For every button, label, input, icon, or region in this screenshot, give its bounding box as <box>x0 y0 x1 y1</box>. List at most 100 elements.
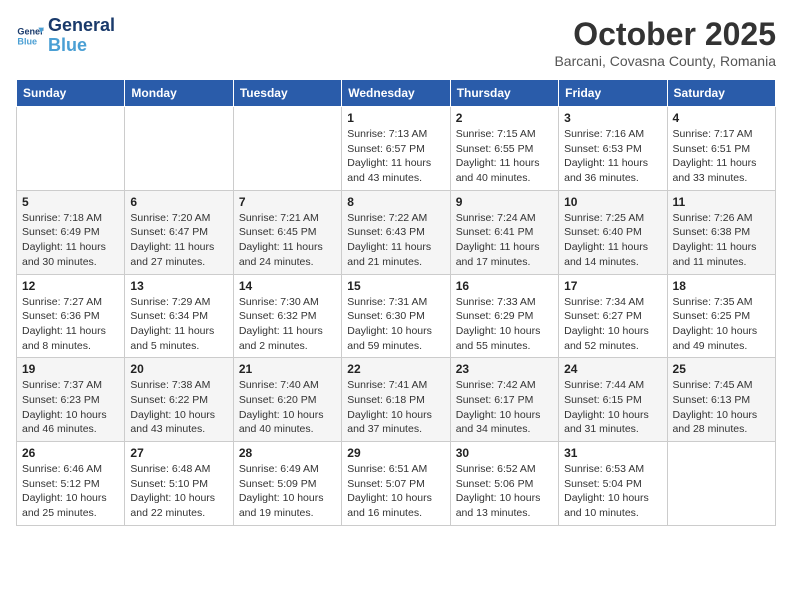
calendar-cell: 19 Sunrise: 7:37 AM Sunset: 6:23 PM Dayli… <box>17 358 125 442</box>
day-number: 8 <box>347 195 444 209</box>
calendar-cell: 28 Sunrise: 6:49 AM Sunset: 5:09 PM Dayli… <box>233 442 341 526</box>
day-info: Sunrise: 7:37 AM Sunset: 6:23 PM Dayligh… <box>22 378 119 437</box>
calendar-cell: 7 Sunrise: 7:21 AM Sunset: 6:45 PM Daylig… <box>233 190 341 274</box>
calendar-cell: 21 Sunrise: 7:40 AM Sunset: 6:20 PM Dayli… <box>233 358 341 442</box>
week-row-4: 19 Sunrise: 7:37 AM Sunset: 6:23 PM Dayli… <box>17 358 776 442</box>
calendar-cell: 4Sunrise: 7:17 AM Sunset: 6:51 PM Daylig… <box>667 107 775 191</box>
calendar-cell: 15 Sunrise: 7:31 AM Sunset: 6:30 PM Dayli… <box>342 274 450 358</box>
day-info: Sunrise: 6:51 AM Sunset: 5:07 PM Dayligh… <box>347 462 444 521</box>
weekday-header-sunday: Sunday <box>17 80 125 107</box>
page-header: General Blue General Blue October 2025 B… <box>16 16 776 69</box>
calendar-cell: 14 Sunrise: 7:30 AM Sunset: 6:32 PM Dayli… <box>233 274 341 358</box>
day-info: Sunrise: 7:41 AM Sunset: 6:18 PM Dayligh… <box>347 378 444 437</box>
calendar-cell: 29Sunrise: 6:51 AM Sunset: 5:07 PM Dayli… <box>342 442 450 526</box>
day-info: Sunrise: 6:49 AM Sunset: 5:09 PM Dayligh… <box>239 462 336 521</box>
day-number: 7 <box>239 195 336 209</box>
calendar-cell: 31 Sunrise: 6:53 AM Sunset: 5:04 PM Dayli… <box>559 442 667 526</box>
weekday-header-monday: Monday <box>125 80 233 107</box>
day-info: Sunrise: 7:45 AM Sunset: 6:13 PM Dayligh… <box>673 378 770 437</box>
day-info: Sunrise: 7:31 AM Sunset: 6:30 PM Dayligh… <box>347 295 444 354</box>
day-number: 9 <box>456 195 553 209</box>
day-info: Sunrise: 7:27 AM Sunset: 6:36 PM Dayligh… <box>22 295 119 354</box>
weekday-header-saturday: Saturday <box>667 80 775 107</box>
day-number: 12 <box>22 279 119 293</box>
day-number: 19 <box>22 362 119 376</box>
day-info: Sunrise: 7:16 AM Sunset: 6:53 PM Dayligh… <box>564 127 661 186</box>
day-number: 15 <box>347 279 444 293</box>
day-info: Sunrise: 7:18 AM Sunset: 6:49 PM Dayligh… <box>22 211 119 270</box>
day-info: Sunrise: 7:35 AM Sunset: 6:25 PM Dayligh… <box>673 295 770 354</box>
day-info: Sunrise: 7:20 AM Sunset: 6:47 PM Dayligh… <box>130 211 227 270</box>
calendar-cell <box>17 107 125 191</box>
calendar-cell: 12 Sunrise: 7:27 AM Sunset: 6:36 PM Dayli… <box>17 274 125 358</box>
month-title: October 2025 <box>554 16 776 53</box>
calendar-cell: 24 Sunrise: 7:44 AM Sunset: 6:15 PM Dayli… <box>559 358 667 442</box>
calendar-cell: 3 Sunrise: 7:16 AM Sunset: 6:53 PM Daylig… <box>559 107 667 191</box>
calendar-cell: 1Sunrise: 7:13 AM Sunset: 6:57 PM Daylig… <box>342 107 450 191</box>
calendar-table: SundayMondayTuesdayWednesdayThursdayFrid… <box>16 79 776 526</box>
day-number: 16 <box>456 279 553 293</box>
week-row-3: 12 Sunrise: 7:27 AM Sunset: 6:36 PM Dayli… <box>17 274 776 358</box>
day-info: Sunrise: 7:30 AM Sunset: 6:32 PM Dayligh… <box>239 295 336 354</box>
title-block: October 2025 Barcani, Covasna County, Ro… <box>554 16 776 69</box>
day-info: Sunrise: 7:38 AM Sunset: 6:22 PM Dayligh… <box>130 378 227 437</box>
day-number: 20 <box>130 362 227 376</box>
weekday-header-row: SundayMondayTuesdayWednesdayThursdayFrid… <box>17 80 776 107</box>
calendar-cell: 13Sunrise: 7:29 AM Sunset: 6:34 PM Dayli… <box>125 274 233 358</box>
day-number: 27 <box>130 446 227 460</box>
day-number: 30 <box>456 446 553 460</box>
calendar-cell: 9 Sunrise: 7:24 AM Sunset: 6:41 PM Daylig… <box>450 190 558 274</box>
calendar-cell: 27 Sunrise: 6:48 AM Sunset: 5:10 PM Dayli… <box>125 442 233 526</box>
weekday-header-tuesday: Tuesday <box>233 80 341 107</box>
calendar-cell: 17 Sunrise: 7:34 AM Sunset: 6:27 PM Dayli… <box>559 274 667 358</box>
day-number: 22 <box>347 362 444 376</box>
day-info: Sunrise: 7:29 AM Sunset: 6:34 PM Dayligh… <box>130 295 227 354</box>
location-subtitle: Barcani, Covasna County, Romania <box>554 53 776 69</box>
week-row-5: 26Sunrise: 6:46 AM Sunset: 5:12 PM Dayli… <box>17 442 776 526</box>
day-number: 25 <box>673 362 770 376</box>
day-number: 24 <box>564 362 661 376</box>
day-info: Sunrise: 7:22 AM Sunset: 6:43 PM Dayligh… <box>347 211 444 270</box>
calendar-cell: 11Sunrise: 7:26 AM Sunset: 6:38 PM Dayli… <box>667 190 775 274</box>
day-info: Sunrise: 7:44 AM Sunset: 6:15 PM Dayligh… <box>564 378 661 437</box>
weekday-header-wednesday: Wednesday <box>342 80 450 107</box>
day-info: Sunrise: 7:42 AM Sunset: 6:17 PM Dayligh… <box>456 378 553 437</box>
day-number: 21 <box>239 362 336 376</box>
weekday-header-friday: Friday <box>559 80 667 107</box>
week-row-1: 1Sunrise: 7:13 AM Sunset: 6:57 PM Daylig… <box>17 107 776 191</box>
calendar-cell: 6Sunrise: 7:20 AM Sunset: 6:47 PM Daylig… <box>125 190 233 274</box>
day-number: 26 <box>22 446 119 460</box>
day-info: Sunrise: 7:21 AM Sunset: 6:45 PM Dayligh… <box>239 211 336 270</box>
svg-text:Blue: Blue <box>17 36 37 46</box>
calendar-cell <box>125 107 233 191</box>
calendar-cell: 30 Sunrise: 6:52 AM Sunset: 5:06 PM Dayli… <box>450 442 558 526</box>
calendar-cell: 2Sunrise: 7:15 AM Sunset: 6:55 PM Daylig… <box>450 107 558 191</box>
day-info: Sunrise: 6:48 AM Sunset: 5:10 PM Dayligh… <box>130 462 227 521</box>
calendar-cell: 22 Sunrise: 7:41 AM Sunset: 6:18 PM Dayli… <box>342 358 450 442</box>
calendar-cell: 26Sunrise: 6:46 AM Sunset: 5:12 PM Dayli… <box>17 442 125 526</box>
day-info: Sunrise: 6:53 AM Sunset: 5:04 PM Dayligh… <box>564 462 661 521</box>
day-number: 1 <box>347 111 444 125</box>
calendar-cell <box>233 107 341 191</box>
calendar-cell <box>667 442 775 526</box>
logo: General Blue General Blue <box>16 16 115 56</box>
day-number: 17 <box>564 279 661 293</box>
day-number: 3 <box>564 111 661 125</box>
calendar-cell: 20 Sunrise: 7:38 AM Sunset: 6:22 PM Dayli… <box>125 358 233 442</box>
week-row-2: 5Sunrise: 7:18 AM Sunset: 6:49 PM Daylig… <box>17 190 776 274</box>
calendar-cell: 23 Sunrise: 7:42 AM Sunset: 6:17 PM Dayli… <box>450 358 558 442</box>
day-number: 23 <box>456 362 553 376</box>
day-info: Sunrise: 6:52 AM Sunset: 5:06 PM Dayligh… <box>456 462 553 521</box>
day-info: Sunrise: 7:40 AM Sunset: 6:20 PM Dayligh… <box>239 378 336 437</box>
calendar-cell: 16Sunrise: 7:33 AM Sunset: 6:29 PM Dayli… <box>450 274 558 358</box>
day-number: 14 <box>239 279 336 293</box>
day-info: Sunrise: 7:34 AM Sunset: 6:27 PM Dayligh… <box>564 295 661 354</box>
calendar-cell: 5Sunrise: 7:18 AM Sunset: 6:49 PM Daylig… <box>17 190 125 274</box>
logo-text: General Blue <box>48 16 115 56</box>
weekday-header-thursday: Thursday <box>450 80 558 107</box>
day-number: 31 <box>564 446 661 460</box>
calendar-cell: 10Sunrise: 7:25 AM Sunset: 6:40 PM Dayli… <box>559 190 667 274</box>
day-number: 18 <box>673 279 770 293</box>
day-number: 28 <box>239 446 336 460</box>
day-info: Sunrise: 7:24 AM Sunset: 6:41 PM Dayligh… <box>456 211 553 270</box>
